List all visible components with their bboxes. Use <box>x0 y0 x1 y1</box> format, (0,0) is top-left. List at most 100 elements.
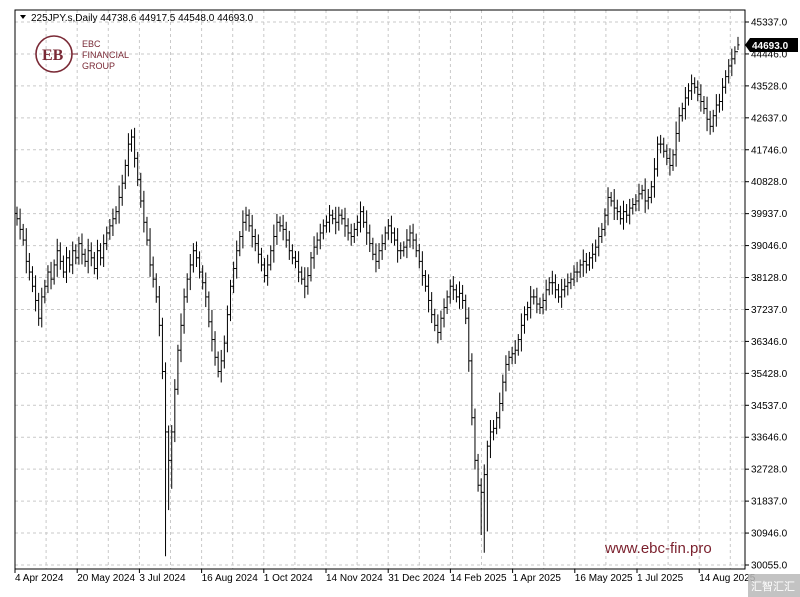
ohlc-bar <box>15 206 19 226</box>
ohlc-bar <box>389 215 394 244</box>
ohlc-bar <box>219 349 223 383</box>
ohlc-bar <box>98 243 103 266</box>
ohlc-bar <box>244 206 248 231</box>
ohlc-bar <box>618 205 623 225</box>
ohlc-bar <box>402 241 406 257</box>
x-tick-label: 1 Oct 2024 <box>264 573 313 584</box>
ohlc-bar <box>668 148 672 176</box>
ohlc-bar <box>228 279 233 322</box>
y-tick-label: 42637.0 <box>751 113 788 124</box>
ohlc-bar <box>467 307 471 372</box>
ohlc-bar <box>683 86 687 120</box>
ohlc-bar <box>259 247 264 272</box>
ohlc-bar <box>457 281 462 309</box>
ohlc-bar <box>733 46 737 65</box>
ohlc-bar <box>689 74 694 101</box>
ohlc-bar <box>612 189 616 221</box>
ohlc-bar <box>556 283 561 303</box>
current-price-marker: 44693.0 <box>745 38 798 52</box>
ohlc-bar <box>640 184 644 200</box>
y-tick-label: 38128.0 <box>751 273 788 284</box>
ohlc-bar <box>631 198 635 215</box>
ohlc-bar <box>361 206 366 228</box>
ohlc-bar <box>578 259 582 278</box>
ohlc-bar <box>606 187 610 226</box>
ohlc-bar <box>142 190 146 233</box>
ohlc-bar <box>241 210 245 249</box>
dropdown-triangle-icon[interactable] <box>20 15 26 19</box>
ohlc-bar <box>445 290 449 315</box>
ohlc-bar <box>235 240 239 279</box>
ohlc-bar <box>430 292 434 324</box>
ohlc-bar <box>717 93 722 113</box>
ohlc-bar <box>442 298 446 328</box>
ohlc-bar <box>30 266 35 293</box>
ohlc-bar <box>399 242 403 260</box>
ohlc-bar <box>151 256 155 288</box>
ohlc-bar <box>386 219 390 240</box>
ohlc-bar <box>383 226 387 251</box>
ohlc-bar <box>659 134 663 154</box>
ohlc-bar <box>185 273 189 303</box>
ohlc-bar <box>278 216 282 232</box>
y-tick-label: 30055.0 <box>751 561 788 572</box>
ohlc-bar <box>600 222 604 243</box>
ohlc-bar <box>563 278 567 298</box>
ohlc-bar <box>163 362 168 557</box>
ohlc-bar <box>89 242 93 267</box>
ohlc-bar <box>720 78 725 111</box>
ohlc-bar <box>686 83 691 106</box>
ohlc-bar <box>498 392 502 429</box>
ohlc-bar <box>677 107 681 142</box>
ohlc-bar <box>321 219 325 240</box>
ohlc-bar <box>507 350 511 371</box>
x-tick-label: 1 Apr 2025 <box>513 573 562 584</box>
ohlc-bar <box>671 149 675 171</box>
ohlc-bar <box>470 353 474 426</box>
x-tick-label: 14 Feb 2025 <box>450 573 507 584</box>
ohlc-bar <box>290 244 295 265</box>
brand-line2: FINANCIAL <box>82 50 129 60</box>
ohlc-bar <box>225 305 230 353</box>
y-tick-label: 34537.0 <box>751 401 788 412</box>
ohlc-bar <box>569 272 573 290</box>
ohlc-bar <box>80 233 84 265</box>
ohlc-bar <box>102 234 106 268</box>
y-axis-ticks: 45337.044446.043528.042637.041746.040828… <box>745 18 788 572</box>
ohlc-bar <box>652 158 657 198</box>
ohlc-bar <box>340 209 344 225</box>
ohlc-bar <box>736 36 740 53</box>
ohlc-bar <box>454 284 459 303</box>
ohlc-bar <box>423 270 428 292</box>
ohlc-bar <box>566 273 570 296</box>
ohlc-bar <box>132 127 137 168</box>
ohlc-bar <box>417 243 421 269</box>
ohlc-bar <box>380 234 384 260</box>
y-tick-label: 45337.0 <box>751 18 788 29</box>
y-tick-label: 35428.0 <box>751 369 788 380</box>
corner-watermark: 汇智汇汇 <box>748 574 800 597</box>
ohlc-bar <box>529 285 533 319</box>
ohlc-bar <box>303 267 307 299</box>
ohlc-bar <box>680 102 684 122</box>
ohlc-bar <box>714 94 718 127</box>
y-tick-label: 30946.0 <box>751 529 788 540</box>
brand-line3: GROUP <box>82 61 115 71</box>
ohlc-bar <box>179 313 183 363</box>
ohlc-bar <box>587 251 592 271</box>
ohlc-bar <box>609 191 613 207</box>
ohlc-bar <box>83 248 87 267</box>
logo-monogram: EB <box>42 47 64 64</box>
ohlc-bar <box>724 70 728 94</box>
ohlc-bar <box>343 207 347 237</box>
ohlc-bar <box>433 308 437 332</box>
y-tick-label: 40828.0 <box>751 177 788 188</box>
ohlc-bar <box>77 236 81 265</box>
ohlc-bar <box>173 379 177 443</box>
ohlc-bar <box>49 261 53 290</box>
y-tick-label: 32728.0 <box>751 465 788 476</box>
chart-grid <box>14 10 745 569</box>
x-tick-label: 16 Aug 2024 <box>202 573 259 584</box>
ohlc-bars <box>15 36 740 557</box>
ohlc-bar <box>256 234 260 264</box>
